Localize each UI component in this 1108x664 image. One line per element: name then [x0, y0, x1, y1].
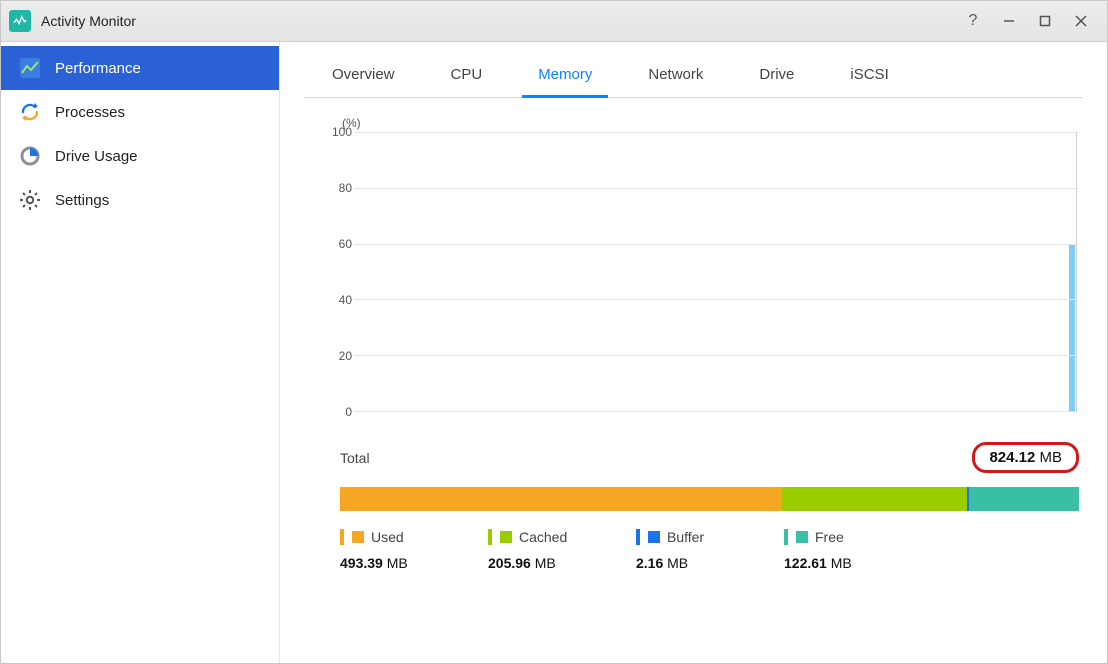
memory-stacked-bar — [340, 487, 1079, 511]
stack-segment-cached — [782, 487, 967, 511]
close-button[interactable] — [1063, 1, 1099, 41]
app-window: Activity Monitor ? Performance — [0, 0, 1108, 664]
refresh-icon — [19, 101, 41, 123]
chart-ytick: 0 — [318, 405, 352, 419]
sidebar: Performance Processes Drive Usage Settin… — [1, 42, 280, 664]
sidebar-item-label: Settings — [55, 192, 109, 209]
minimize-button[interactable] — [991, 1, 1027, 41]
chart-gridline — [354, 188, 1076, 189]
sidebar-item-label: Processes — [55, 104, 125, 121]
tab-drive[interactable]: Drive — [731, 54, 822, 97]
legend-label: Buffer — [667, 529, 704, 545]
total-value: 824.12 — [989, 449, 1035, 466]
legend-swatch — [796, 531, 808, 543]
legend-item-cached: Cached 205.96 MB — [488, 529, 636, 571]
memory-usage-chart: 020406080100 — [318, 132, 1079, 412]
main-panel: Overview CPU Memory Network Drive iSCSI … — [280, 42, 1107, 664]
sidebar-item-processes[interactable]: Processes — [1, 90, 279, 134]
legend-item-used: Used 493.39 MB — [340, 529, 488, 571]
app-title: Activity Monitor — [41, 13, 136, 29]
app-icon — [9, 10, 31, 32]
total-unit-text: MB — [1040, 449, 1063, 466]
chart-ytick: 80 — [318, 181, 352, 195]
sidebar-item-label: Drive Usage — [55, 148, 138, 165]
tab-iscsi[interactable]: iSCSI — [822, 54, 916, 97]
legend-value: 493.39 MB — [340, 555, 488, 571]
chart-gridline — [354, 411, 1076, 412]
chart-ytick: 20 — [318, 349, 352, 363]
titlebar: Activity Monitor ? — [1, 1, 1107, 42]
legend-value: 122.61 MB — [784, 555, 932, 571]
sidebar-item-performance[interactable]: Performance — [1, 46, 279, 90]
help-button[interactable]: ? — [955, 1, 991, 41]
chart-plot-area — [354, 132, 1077, 412]
chart-gridline — [354, 132, 1076, 133]
chart-gridline — [354, 244, 1076, 245]
sidebar-item-label: Performance — [55, 60, 141, 77]
legend-item-free: Free 122.61 MB — [784, 529, 932, 571]
legend-label: Free — [815, 529, 844, 545]
tab-overview[interactable]: Overview — [304, 54, 423, 97]
tab-cpu[interactable]: CPU — [423, 54, 511, 97]
pie-chart-icon — [19, 145, 41, 167]
legend-label: Cached — [519, 529, 567, 545]
memory-total-row: Total 824.12 MB — [340, 442, 1079, 473]
memory-legend: Used 493.39 MB Cached 205.96 MB Buffer 2.16 M… — [340, 529, 1079, 571]
maximize-button[interactable] — [1027, 1, 1063, 41]
chart-ytick: 40 — [318, 293, 352, 307]
chart-ytick: 100 — [318, 125, 352, 139]
legend-swatch — [500, 531, 512, 543]
stack-segment-free — [969, 487, 1079, 511]
sidebar-item-drive-usage[interactable]: Drive Usage — [1, 134, 279, 178]
memory-chart-panel: (%) 020406080100 Total 824.12 MB Used493… — [304, 98, 1083, 571]
legend-label: Used — [371, 529, 404, 545]
chart-gridline — [354, 299, 1076, 300]
tab-memory[interactable]: Memory — [510, 54, 620, 97]
legend-value: 2.16 MB — [636, 555, 784, 571]
sidebar-item-settings[interactable]: Settings — [1, 178, 279, 222]
chart-ytick: 60 — [318, 237, 352, 251]
legend-swatch — [648, 531, 660, 543]
legend-swatch — [352, 531, 364, 543]
chart-gridline — [354, 355, 1076, 356]
stack-segment-used — [340, 487, 782, 511]
total-value-highlight: 824.12 MB — [972, 442, 1079, 473]
legend-value: 205.96 MB — [488, 555, 636, 571]
total-label: Total — [340, 450, 370, 466]
gear-icon — [19, 189, 41, 211]
legend-item-buffer: Buffer 2.16 MB — [636, 529, 784, 571]
memory-sample-bar — [1069, 244, 1075, 411]
tab-network[interactable]: Network — [620, 54, 731, 97]
chart-line-icon — [19, 57, 41, 79]
tab-bar: Overview CPU Memory Network Drive iSCSI — [304, 54, 1083, 98]
